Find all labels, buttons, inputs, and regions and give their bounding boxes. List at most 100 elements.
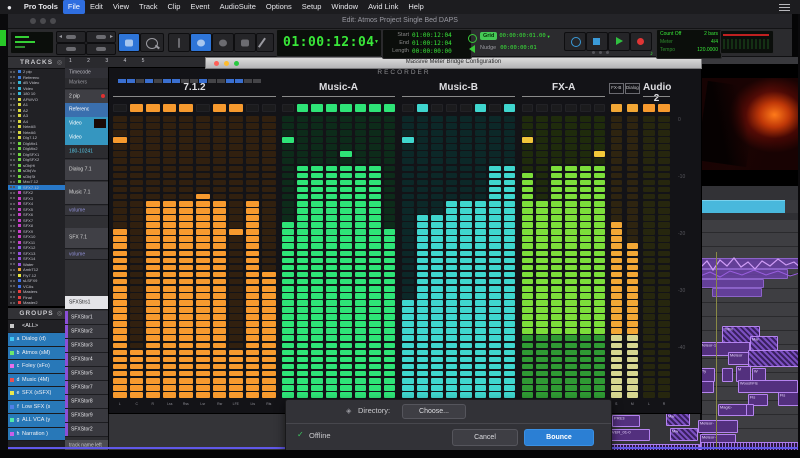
track-header-sfxstor9[interactable]: SFXStor9 — [65, 409, 108, 423]
chevron-down-icon[interactable]: ▼ — [374, 39, 379, 45]
group-list-item[interactable]: hNarration ) — [8, 428, 65, 442]
track-header-sfxstor1[interactable]: SFXStor1 — [65, 311, 108, 325]
track-header-sfxstor7[interactable]: SFXStor7 — [65, 381, 108, 395]
grid-mode-button[interactable] — [86, 43, 116, 55]
play-button[interactable] — [608, 32, 630, 51]
track-header-music-7.1[interactable]: Music 7.1 — [65, 182, 108, 205]
online-button[interactable] — [564, 32, 586, 51]
track-header-180-10241[interactable]: 180-10241 — [65, 145, 108, 159]
track-header-referenc[interactable]: Referenc — [65, 103, 108, 118]
group-list-item[interactable]: cFoley (sFo) — [8, 360, 65, 374]
audio-clip-fls[interactable]: Fls — [778, 392, 800, 406]
edit-window-titlebar[interactable]: Edit: Atmos Project Single Bed DAPS — [8, 14, 792, 29]
bounce-button[interactable]: Bounce — [524, 429, 594, 446]
audio-clip-pre3[interactable]: PRE3 — [612, 415, 640, 427]
audio-clip-meteor-[interactable]: Meteor- — [698, 420, 738, 433]
menu-pro-tools[interactable]: Pro Tools — [19, 0, 63, 14]
spot-mode-button[interactable] — [56, 43, 86, 55]
track-header-sfx-7.1[interactable]: SFX 7.1 — [65, 228, 108, 249]
offline-checkbox[interactable]: ✓ — [297, 430, 304, 439]
minimize-button[interactable] — [224, 61, 229, 66]
gear-icon[interactable]: ◎ — [57, 310, 63, 317]
group-list-item[interactable]: eSFX (sSFX) — [8, 387, 65, 401]
group-list-item[interactable]: bAtmos (sM) — [8, 347, 65, 361]
zoomer-tool-button[interactable] — [118, 33, 140, 52]
choose-button[interactable]: Choose... — [402, 404, 466, 419]
menu-audiosuite[interactable]: AudioSuite — [215, 0, 261, 14]
track-header-video[interactable]: Video — [65, 117, 108, 132]
menu-edit[interactable]: Edit — [85, 0, 108, 14]
pre-roll-icon[interactable] — [468, 34, 477, 43]
stop-button[interactable] — [586, 32, 608, 51]
track-header-sfxstor3[interactable]: SFXStor3 — [65, 339, 108, 353]
nudge-value[interactable]: 00:00:00:01 — [500, 45, 536, 51]
track-header-sfxstor2[interactable]: SFXStor2 — [65, 423, 108, 437]
pencil-tool-button[interactable] — [256, 33, 274, 52]
shuffle-mode-button[interactable]: ◂ — [56, 31, 86, 43]
track-header-markers[interactable]: Markers — [65, 78, 108, 89]
hamburger-menu-icon[interactable] — [779, 4, 790, 11]
track-header-2-pip[interactable]: 2 pip — [65, 90, 108, 104]
audio-clip-ver-01-0[interactable]: VER_01-0 — [610, 429, 650, 441]
end-value[interactable]: 01:00:12:04 — [412, 40, 452, 47]
audio-clip-mw[interactable]: Mw — [670, 428, 698, 441]
start-value[interactable]: 01:00:12:04 — [412, 32, 452, 39]
track-header-sfxstor5[interactable]: SFXStor5 — [65, 367, 108, 381]
main-counter[interactable]: 01:00:12:04 ▼ — [276, 29, 382, 57]
group-list-item[interactable]: fLow SFX (s — [8, 401, 65, 415]
audio-clip[interactable] — [712, 288, 762, 297]
track-header-dialog-7.1[interactable]: Dialog 7.1 — [65, 160, 108, 181]
group-list-item[interactable]: aDialog (d) — [8, 333, 65, 347]
audio-clip[interactable] — [722, 368, 733, 382]
length-value[interactable]: 00:00:00:00 — [412, 48, 452, 55]
scrubber-tool-button[interactable] — [212, 33, 234, 52]
group-list-item[interactable]: <ALL> — [8, 320, 65, 334]
group-list-item[interactable]: dMusic (4M) — [8, 374, 65, 388]
close-button[interactable] — [214, 61, 219, 66]
audio-clip[interactable] — [700, 381, 714, 393]
tempo-label[interactable]: Tempo — [660, 47, 675, 55]
menu-view[interactable]: View — [108, 0, 134, 14]
track-header-video[interactable]: Video — [65, 131, 108, 146]
post-roll-icon[interactable] — [469, 45, 475, 53]
group-list-item[interactable]: gALL VCA (y — [8, 414, 65, 428]
track-header-sfxstor8[interactable]: SFXStor8 — [65, 395, 108, 409]
meter-label[interactable]: Meter — [660, 39, 673, 47]
menu-track[interactable]: Track — [134, 0, 162, 14]
video-track-clip[interactable] — [700, 200, 785, 214]
menu-options[interactable]: Options — [261, 0, 297, 14]
menu-avid-link[interactable]: Avid Link — [363, 0, 403, 14]
grabber-tool-button[interactable] — [190, 33, 212, 52]
menu-help[interactable]: Help — [403, 0, 428, 14]
audio-clip[interactable] — [700, 279, 764, 288]
slip-mode-button[interactable]: ▸ — [86, 31, 116, 43]
chevron-down-icon[interactable]: ▼ — [547, 34, 551, 39]
audio-clip[interactable] — [746, 404, 754, 416]
gear-icon[interactable]: ◎ — [57, 59, 63, 66]
menu-event[interactable]: Event — [185, 0, 214, 14]
apple-logo-icon[interactable]: ● — [0, 3, 19, 12]
record-button[interactable] — [630, 32, 652, 51]
speaker-tool-button[interactable] — [234, 33, 256, 52]
count-off-label[interactable]: Count Off — [660, 31, 681, 39]
track-header-volume[interactable]: volume — [65, 206, 108, 216]
record-enable-dot[interactable] — [101, 94, 105, 98]
zoom-button[interactable] — [234, 61, 239, 66]
audio-clip-ty[interactable]: Ty — [700, 368, 715, 382]
track-header-sfxstrs1[interactable]: SFXStrs1 — [65, 296, 108, 310]
menu-clip[interactable]: Clip — [163, 0, 186, 14]
trim-tool-button[interactable] — [140, 33, 164, 52]
menu-setup[interactable]: Setup — [297, 0, 327, 14]
grid-value[interactable]: 00:00:00:01.00 — [499, 33, 545, 39]
menu-window[interactable]: Window — [326, 0, 363, 14]
playhead-cursor[interactable] — [716, 252, 717, 450]
menu-file[interactable]: File — [63, 0, 85, 14]
grid-label[interactable]: Grid — [480, 32, 497, 40]
track-header-volume[interactable]: volume — [65, 250, 108, 260]
selector-tool-button[interactable] — [168, 33, 190, 52]
audio-clip-mar[interactable]: Mar — [666, 413, 690, 426]
track-header-sfxstor2[interactable]: SFXStor2 — [65, 325, 108, 339]
track-header-sfxstor4[interactable]: SFXStor4 — [65, 353, 108, 367]
audio-clip[interactable] — [748, 350, 800, 367]
cancel-button[interactable]: Cancel — [452, 429, 518, 446]
